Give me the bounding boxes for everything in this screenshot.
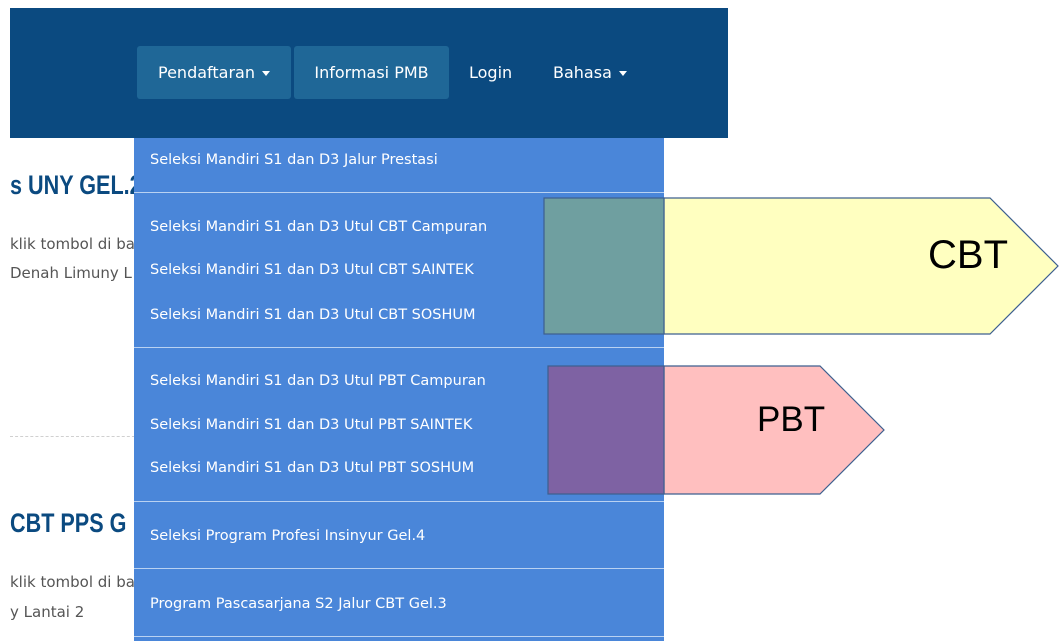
pbt-overlay-box <box>547 365 665 495</box>
pbt-label: PBT <box>757 400 826 439</box>
annotation-layer <box>543 197 1059 495</box>
cbt-label: CBT <box>928 233 1008 277</box>
cbt-overlay-box <box>543 197 665 335</box>
